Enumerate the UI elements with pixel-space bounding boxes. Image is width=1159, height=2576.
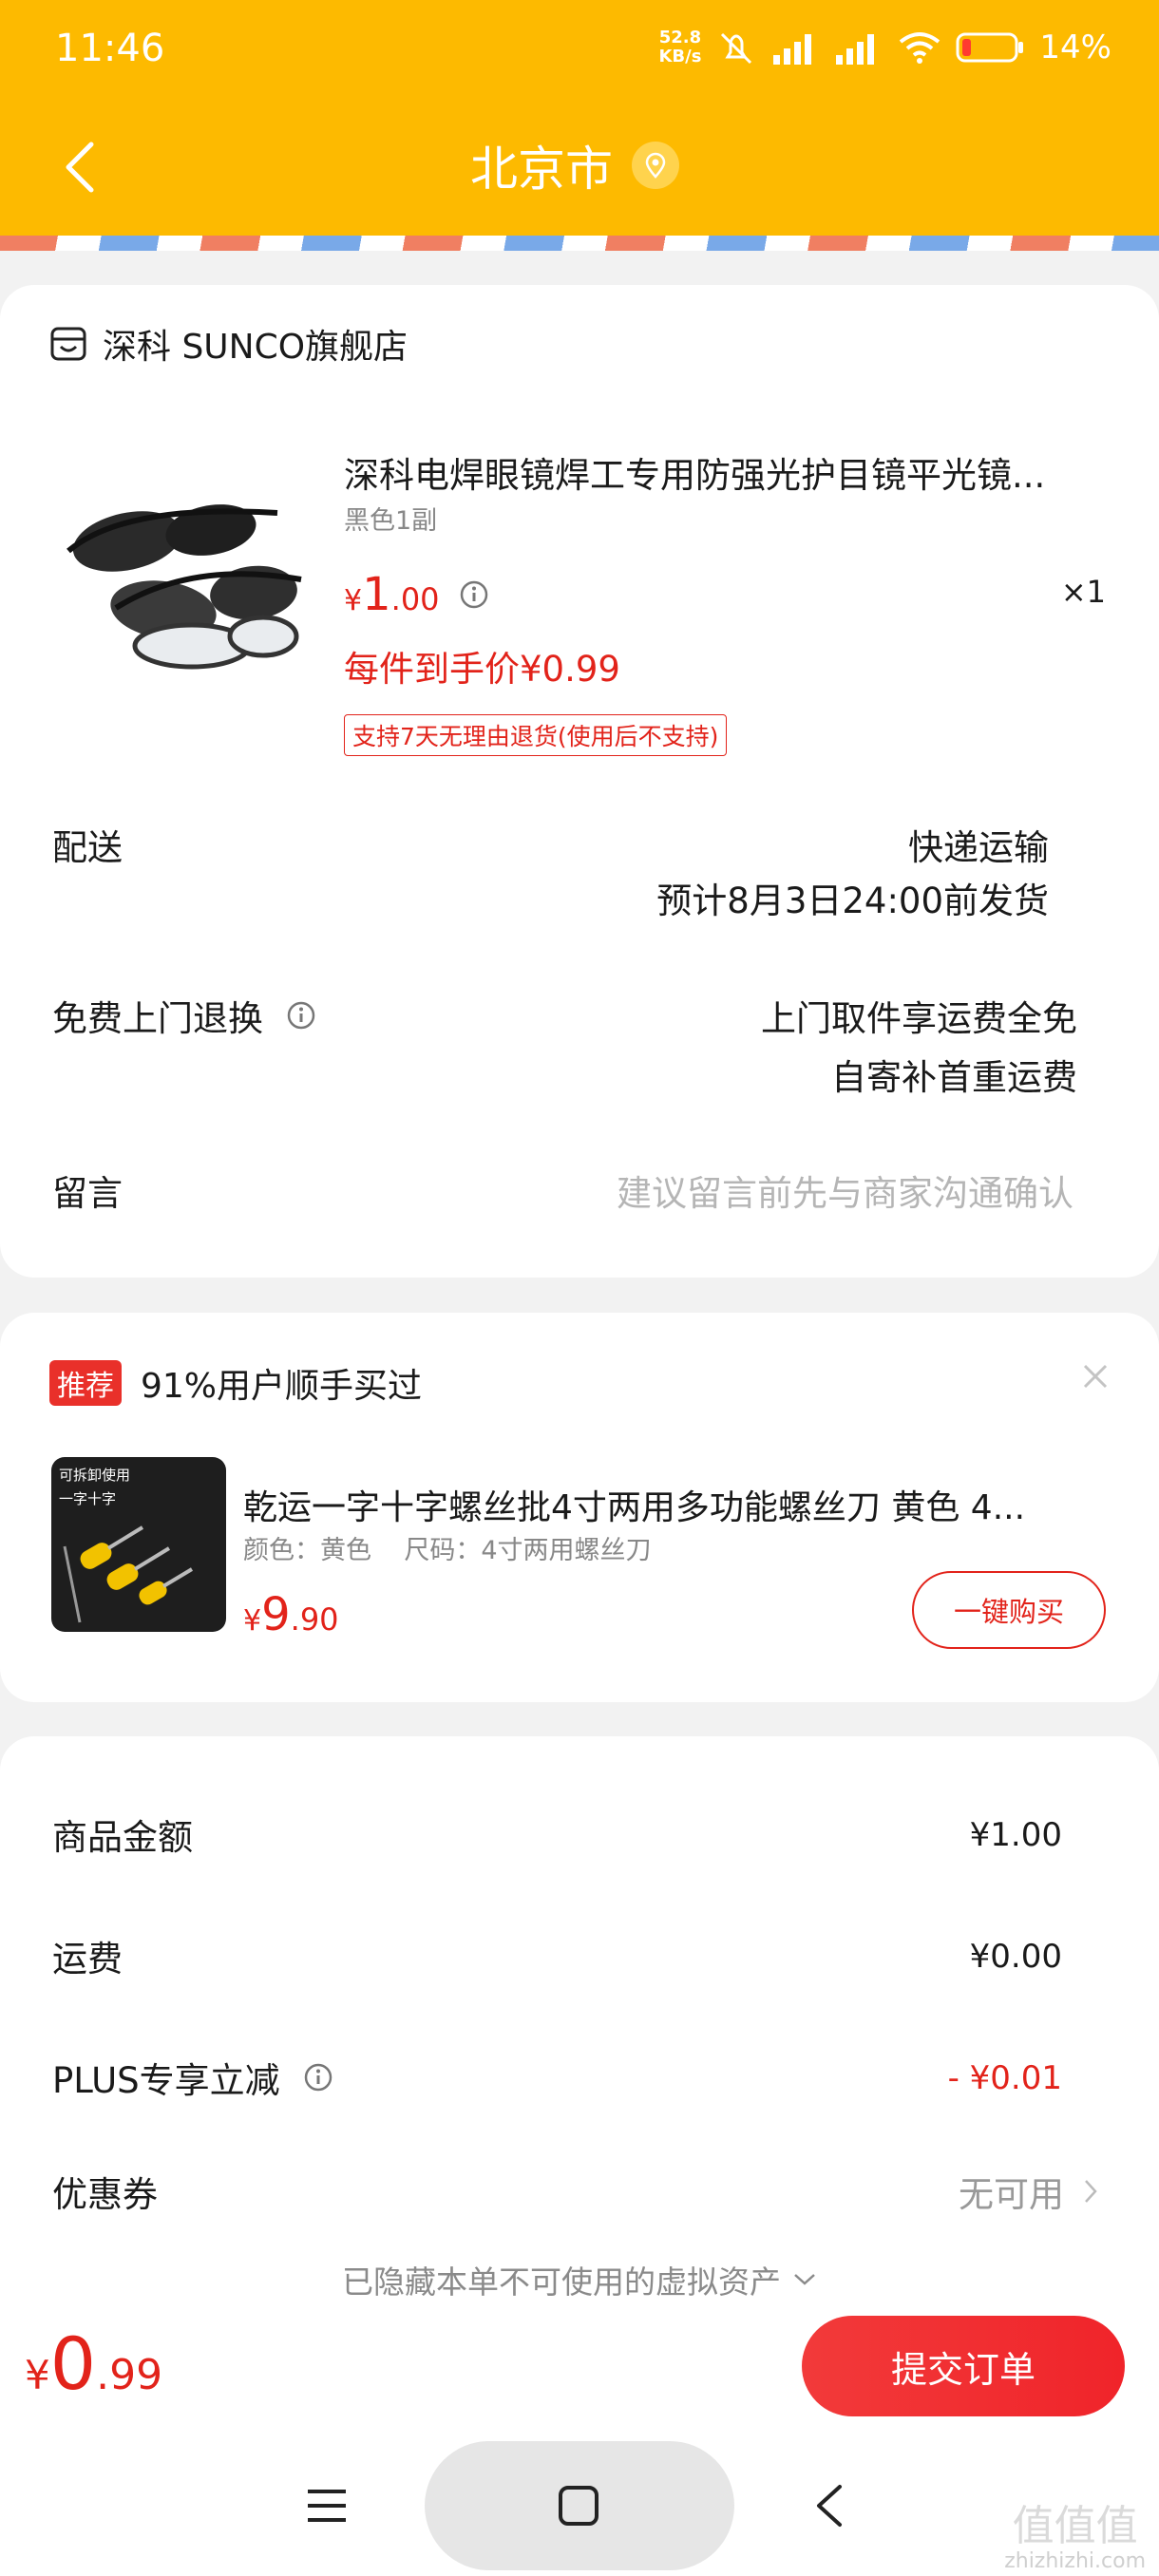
back-arrow-icon[interactable] xyxy=(57,139,104,196)
goods-amount-value: ¥1.00 xyxy=(969,1816,1062,1854)
network-speed: 52.8 KB/s xyxy=(658,28,701,66)
battery-icon xyxy=(956,32,1024,63)
header: 11:46 52.8 KB/s 14% 北京市 xyxy=(0,0,1159,236)
recommend-badge: 推荐 xyxy=(49,1360,122,1406)
chevron-down-icon xyxy=(794,2274,815,2285)
status-time: 11:46 xyxy=(55,27,165,70)
price-info-icon[interactable] xyxy=(459,579,489,610)
system-back-icon[interactable] xyxy=(813,2483,846,2529)
shipping-value: ¥0.00 xyxy=(969,1938,1062,1976)
plus-info-icon[interactable] xyxy=(303,2062,333,2093)
network-speed-value: 52.8 xyxy=(658,28,702,47)
wifi-icon xyxy=(900,32,940,64)
product-spec: 黑色1副 xyxy=(344,506,438,536)
free-return-line1: 上门取件享运费全免 xyxy=(761,998,1077,1039)
watermark-logo: 值值值 xyxy=(1012,2502,1138,2550)
message-label: 留言 xyxy=(52,1173,123,1214)
image-caption-2: 一字十字 xyxy=(59,1490,117,1507)
summary-card: 商品金额 ¥1.00 运费 ¥0.00 PLUS专享立减 - ¥0.01 优惠券… xyxy=(0,1736,1159,2316)
one-click-buy-button[interactable]: 一键购买 xyxy=(912,1571,1106,1649)
product-image[interactable] xyxy=(49,475,308,684)
hidden-assets-toggle[interactable]: 已隐藏本单不可使用的虚拟资产 xyxy=(0,2257,1159,2302)
store-row[interactable]: 深科 SUNCO旗舰店 xyxy=(49,319,408,369)
plus-discount-label: PLUS专享立减 xyxy=(52,2060,280,2101)
order-card: 深科 SUNCO旗舰店 深科电焊眼镜焊工专用防强光护目镜平光镜... 黑色1副 … xyxy=(0,285,1159,1278)
bottom-bar: ¥0.99 提交订单 xyxy=(0,2299,1159,2432)
coupon-label: 优惠券 xyxy=(52,2174,158,2215)
coupon-selector[interactable]: 无可用 xyxy=(959,2166,1098,2217)
delivery-eta[interactable]: 预计8月3日24:00前发货 xyxy=(656,872,1049,923)
price-row: ¥1.00 xyxy=(344,568,489,621)
store-name: 深科 SUNCO旗舰店 xyxy=(103,328,408,367)
hidden-assets-text: 已隐藏本单不可使用的虚拟资产 xyxy=(342,2263,781,2301)
airmail-border xyxy=(0,236,1159,251)
menu-icon[interactable] xyxy=(306,2487,348,2525)
free-return-info-icon[interactable] xyxy=(286,1000,316,1031)
recommend-price: ¥9.90 xyxy=(243,1588,339,1641)
signal-icon xyxy=(773,34,812,65)
quantity: ×1 xyxy=(1060,574,1106,610)
free-return-line2: 自寄补首重运费 xyxy=(831,1057,1077,1098)
close-icon[interactable] xyxy=(1081,1362,1110,1391)
screwdriver-icon xyxy=(63,1525,194,1623)
status-icons: 52.8 KB/s 14% xyxy=(658,28,1112,67)
recommend-product-spec: 颜色：黄色 尺码：4寸两用螺丝刀 xyxy=(243,1536,652,1565)
mute-icon xyxy=(721,32,752,65)
status-bar: 11:46 52.8 KB/s 14% xyxy=(0,0,1159,104)
message-input[interactable]: 建议留言前先与商家沟通确认 xyxy=(617,1165,1074,1216)
product-price: ¥1.00 xyxy=(344,568,440,621)
location-pin-icon xyxy=(632,142,679,189)
store-icon xyxy=(50,327,86,361)
recommend-header: 推荐 91%用户顺手买过 xyxy=(49,1358,422,1408)
recommend-card: 推荐 91%用户顺手买过 可拆卸使用 一字十字 乾运一字十字螺丝批4寸两用多功能… xyxy=(0,1313,1159,1702)
goods-amount-label: 商品金额 xyxy=(52,1817,193,1858)
per-item-price: 每件到手价¥0.99 xyxy=(344,649,620,690)
watermark: 值值值 zhizhizhi.com xyxy=(1004,2504,1146,2574)
image-caption-1: 可拆卸使用 xyxy=(59,1467,131,1484)
free-return-row: 免费上门退换 xyxy=(52,990,316,1041)
recommend-product-image[interactable]: 可拆卸使用 一字十字 xyxy=(51,1457,226,1632)
total-price: ¥0.99 xyxy=(25,2321,163,2406)
plus-discount-value: - ¥0.01 xyxy=(947,2059,1062,2097)
return-policy-tag: 支持7天无理由退货(使用后不支持) xyxy=(344,714,728,756)
watermark-url: zhizhizhi.com xyxy=(1004,2549,1146,2573)
delivery-label: 配送 xyxy=(52,827,123,868)
product-title[interactable]: 深科电焊眼镜焊工专用防强光护目镜平光镜... xyxy=(344,446,1094,498)
chevron-right-icon xyxy=(1085,2180,1097,2203)
recommend-headline: 91%用户顺手买过 xyxy=(141,1367,423,1406)
delivery-method[interactable]: 快递运输 xyxy=(908,819,1049,870)
system-nav-bar xyxy=(0,2432,1159,2576)
network-speed-unit: KB/s xyxy=(658,47,702,66)
nav-bar: 北京市 xyxy=(0,114,1159,218)
home-square-icon xyxy=(559,2486,598,2526)
recommend-product-title[interactable]: 乾运一字十字螺丝批4寸两用多功能螺丝刀 黄色 4... xyxy=(243,1480,1098,1529)
free-return-label: 免费上门退换 xyxy=(52,998,263,1039)
plus-discount-row: PLUS专享立减 xyxy=(52,2052,333,2103)
coupon-value: 无可用 xyxy=(959,2174,1064,2215)
signal-icon-2 xyxy=(836,34,875,65)
submit-order-button[interactable]: 提交订单 xyxy=(802,2316,1125,2416)
city-selector[interactable]: 北京市 xyxy=(470,131,679,199)
battery-percent: 14% xyxy=(1039,28,1112,66)
home-button[interactable] xyxy=(425,2441,734,2570)
shipping-label: 运费 xyxy=(52,1939,123,1979)
city-title: 北京市 xyxy=(470,142,613,197)
